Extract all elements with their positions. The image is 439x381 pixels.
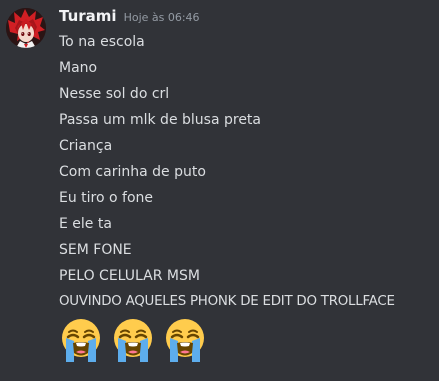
message-line: To na escola: [59, 34, 145, 50]
chat-message: Turami Hoje às 06:46 To na escola Mano N…: [0, 0, 439, 381]
avatar-image: [6, 8, 46, 48]
loudly-crying-face-icon[interactable]: [57, 316, 105, 364]
message-line: PELO CELULAR MSM: [59, 268, 200, 284]
emoji-row: [57, 316, 209, 364]
message-line: E ele ta: [59, 216, 112, 232]
message-line: Passa um mlk de blusa preta: [59, 112, 261, 128]
message-line: Criança: [59, 138, 113, 154]
username[interactable]: Turami: [59, 7, 117, 25]
loudly-crying-face-icon[interactable]: [161, 316, 209, 364]
message-line: Mano: [59, 60, 98, 76]
message-line: OUVINDO AQUELES PHONK DE EDIT DO TROLLFA…: [59, 294, 395, 309]
message-header: Turami Hoje às 06:46: [59, 7, 200, 29]
timestamp: Hoje às 06:46: [123, 11, 200, 24]
message-line: Nesse sol do crl: [59, 86, 170, 102]
message-line: Com carinha de puto: [59, 164, 206, 180]
message-line: Eu tiro o fone: [59, 190, 154, 206]
message-content: To na escola Mano Nesse sol do crl Passa…: [59, 29, 434, 315]
loudly-crying-face-icon[interactable]: [109, 316, 157, 364]
avatar[interactable]: [6, 8, 46, 48]
message-line: SEM FONE: [59, 242, 132, 258]
